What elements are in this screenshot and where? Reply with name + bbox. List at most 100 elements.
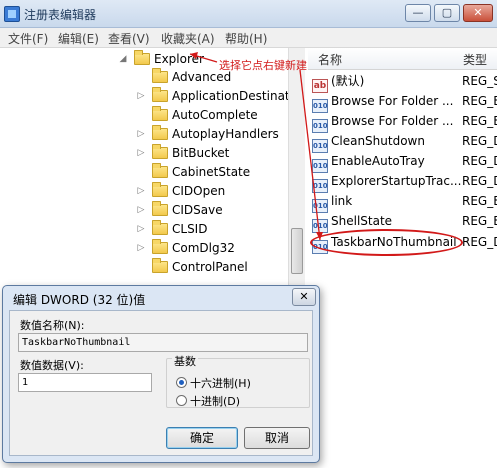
collapse-icon[interactable]: ◢ bbox=[118, 49, 128, 69]
tree-item-explorer[interactable]: ◢ Explorer bbox=[120, 49, 204, 69]
expand-icon[interactable]: ▷ bbox=[136, 143, 146, 163]
value-type: REG_D bbox=[462, 174, 497, 188]
maximize-button[interactable]: ▢ bbox=[434, 4, 460, 22]
tree-item[interactable]: ▷ CIDOpen bbox=[138, 181, 226, 201]
highlight-circle bbox=[310, 229, 463, 256]
value-name-label: 数值名称(N): bbox=[20, 319, 85, 332]
title-bar: 注册表编辑器 — ▢ ✕ bbox=[0, 0, 497, 28]
folder-icon bbox=[152, 125, 168, 140]
tree-item-label: ControlPanel bbox=[172, 260, 248, 274]
regedit-app-icon bbox=[4, 6, 20, 22]
binary-value-icon: 010 bbox=[312, 219, 328, 233]
edit-dword-dialog: 编辑 DWORD (32 位)值 ✕ 数值名称(N): TaskbarNoThu… bbox=[2, 285, 320, 463]
folder-icon bbox=[152, 239, 168, 254]
list-header: 名称 类型 bbox=[308, 48, 497, 70]
folder-icon bbox=[152, 87, 168, 102]
minimize-button[interactable]: — bbox=[405, 4, 431, 22]
window-title: 注册表编辑器 bbox=[24, 8, 97, 22]
tree-item-label: CIDOpen bbox=[172, 184, 226, 198]
annotation-text: 选择它点右键新建 bbox=[219, 59, 307, 72]
radio-decimal[interactable]: 十进制(D) bbox=[176, 393, 240, 409]
list-item[interactable]: 010 Browse For Folder ... bbox=[312, 91, 454, 113]
expand-icon[interactable]: ▷ bbox=[136, 124, 146, 144]
list-item[interactable]: 010 ExplorerStartupTrac... bbox=[312, 171, 462, 193]
column-type[interactable]: 类型 bbox=[463, 51, 487, 68]
tree-item[interactable]: ▷ CIDSave bbox=[138, 200, 223, 220]
close-button[interactable]: ✕ bbox=[463, 4, 493, 22]
value-data-label: 数值数据(V): bbox=[20, 359, 84, 372]
value-name: ShellState bbox=[331, 214, 393, 228]
value-type: REG_D bbox=[462, 134, 497, 148]
menu-view[interactable]: 查看(V) bbox=[108, 30, 150, 47]
value-list[interactable]: 名称 类型 ab (默认) REG_S 010 Browse For Folder … bbox=[308, 48, 497, 468]
tree-item[interactable]: ControlPanel bbox=[152, 257, 248, 277]
radio-selected-icon[interactable] bbox=[176, 377, 187, 388]
folder-icon bbox=[134, 50, 150, 65]
expand-icon[interactable]: ▷ bbox=[136, 181, 146, 201]
value-type: REG_B bbox=[462, 194, 497, 208]
column-name[interactable]: 名称 bbox=[318, 51, 342, 68]
value-data-input[interactable]: 1 bbox=[18, 373, 152, 392]
tree-item[interactable]: ▷ ApplicationDestinatio bbox=[138, 86, 301, 106]
value-name: Browse For Folder ... bbox=[331, 114, 454, 128]
list-item[interactable]: 010 EnableAutoTray bbox=[312, 151, 425, 173]
tree-item[interactable]: ▷ BitBucket bbox=[138, 143, 230, 163]
value-name: EnableAutoTray bbox=[331, 154, 425, 168]
list-item[interactable]: 010 CleanShutdown bbox=[312, 131, 425, 153]
menu-file[interactable]: 文件(F) bbox=[8, 30, 48, 47]
menu-edit[interactable]: 编辑(E) bbox=[58, 30, 99, 47]
menu-bar: 文件(F) 编辑(E) 查看(V) 收藏夹(A) 帮助(H) bbox=[0, 28, 497, 48]
tree-item-label: ApplicationDestinatio bbox=[172, 89, 301, 103]
ok-button[interactable]: 确定 bbox=[166, 427, 238, 449]
tree-item[interactable]: ▷ AutoplayHandlers bbox=[138, 124, 279, 144]
scrollbar-thumb[interactable] bbox=[291, 228, 303, 274]
tree-item[interactable]: AutoComplete bbox=[152, 105, 258, 125]
folder-icon bbox=[152, 163, 168, 178]
menu-favorites[interactable]: 收藏夹(A) bbox=[161, 30, 215, 47]
cancel-button[interactable]: 取消 bbox=[244, 427, 310, 449]
tree-item[interactable]: ▷ CLSID bbox=[138, 219, 208, 239]
expand-icon[interactable]: ▷ bbox=[136, 219, 146, 239]
folder-icon bbox=[152, 144, 168, 159]
tree-item-label: AutoComplete bbox=[172, 108, 258, 122]
folder-icon bbox=[152, 106, 168, 121]
dialog-close-button[interactable]: ✕ bbox=[292, 288, 316, 306]
tree-item-label: ComDlg32 bbox=[172, 241, 235, 255]
expand-icon[interactable]: ▷ bbox=[136, 86, 146, 106]
value-type: REG_B bbox=[462, 94, 497, 108]
folder-icon bbox=[152, 258, 168, 273]
dialog-title: 编辑 DWORD (32 位)值 bbox=[13, 293, 146, 307]
value-name: CleanShutdown bbox=[331, 134, 425, 148]
tree-item[interactable]: CabinetState bbox=[152, 162, 250, 182]
folder-icon bbox=[152, 220, 168, 235]
tree-item-label: CLSID bbox=[172, 222, 208, 236]
tree-item-label: AutoplayHandlers bbox=[172, 127, 279, 141]
value-type: REG_D bbox=[462, 154, 497, 168]
folder-icon bbox=[152, 182, 168, 197]
dialog-body: 数值名称(N): TaskbarNoThumbnail 数值数据(V): 1 基… bbox=[9, 310, 313, 456]
base-label: 基数 bbox=[172, 353, 198, 369]
list-item[interactable]: ab (默认) bbox=[312, 71, 364, 93]
list-item[interactable]: 010 Browse For Folder ... bbox=[312, 111, 454, 133]
value-name: link bbox=[331, 194, 353, 208]
radio-icon[interactable] bbox=[176, 395, 187, 406]
expand-icon[interactable]: ▷ bbox=[136, 238, 146, 258]
radio-hex[interactable]: 十六进制(H) bbox=[176, 375, 251, 391]
list-item[interactable]: 010 ShellState bbox=[312, 211, 393, 233]
tree-item-label: CIDSave bbox=[172, 203, 223, 217]
value-name: ExplorerStartupTrac... bbox=[331, 174, 462, 188]
tree-item-label: BitBucket bbox=[172, 146, 230, 160]
tree-item[interactable]: ▷ ComDlg32 bbox=[138, 238, 235, 258]
radio-decimal-label: 十进制(D) bbox=[190, 395, 241, 408]
folder-icon bbox=[152, 201, 168, 216]
value-type: REG_B bbox=[462, 214, 497, 228]
folder-icon bbox=[152, 68, 168, 83]
value-name-field: TaskbarNoThumbnail bbox=[18, 333, 308, 352]
radio-hex-label: 十六进制(H) bbox=[190, 377, 251, 390]
value-type: REG_D bbox=[462, 235, 497, 249]
menu-help[interactable]: 帮助(H) bbox=[225, 30, 267, 47]
list-item[interactable]: 010 link bbox=[312, 191, 353, 213]
expand-icon[interactable]: ▷ bbox=[136, 200, 146, 220]
value-type: REG_B bbox=[462, 114, 497, 128]
value-name: Browse For Folder ... bbox=[331, 94, 454, 108]
